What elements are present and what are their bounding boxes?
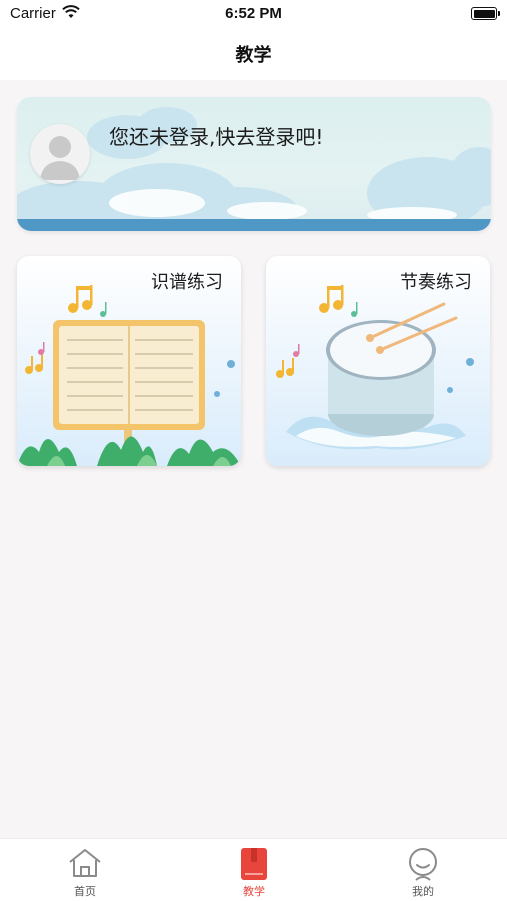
page-title: 教学 [235, 45, 272, 66]
book-icon [241, 848, 267, 880]
status-bar: Carrier 6:52 PM [0, 0, 507, 28]
card-title: 节奏练习 [400, 272, 472, 293]
battery-icon [471, 7, 500, 20]
tab-label: 我的 [412, 885, 434, 898]
home-icon [69, 849, 101, 877]
avatar-placeholder-icon [40, 136, 80, 180]
clock: 6:52 PM [225, 5, 282, 22]
rhythm-practice-card[interactable]: 节奏练习 [266, 256, 490, 466]
tab-label: 教学 [243, 885, 265, 898]
card-title: 识谱练习 [151, 272, 223, 293]
tab-bar: 首页 教学 我的 [0, 838, 507, 901]
profile-icon [409, 848, 437, 881]
navigation-bar: 教学 [0, 28, 507, 80]
tab-home[interactable]: 首页 [25, 839, 145, 901]
login-prompt: 您还未登录,快去登录吧! [109, 125, 324, 149]
tab-profile[interactable]: 我的 [363, 839, 483, 901]
sight-reading-practice-card[interactable]: 识谱练习 [17, 256, 241, 466]
login-banner[interactable]: 您还未登录,快去登录吧! [17, 97, 491, 231]
tab-teaching[interactable]: 教学 [194, 839, 314, 901]
avatar [30, 124, 90, 184]
tab-label: 首页 [74, 885, 96, 898]
